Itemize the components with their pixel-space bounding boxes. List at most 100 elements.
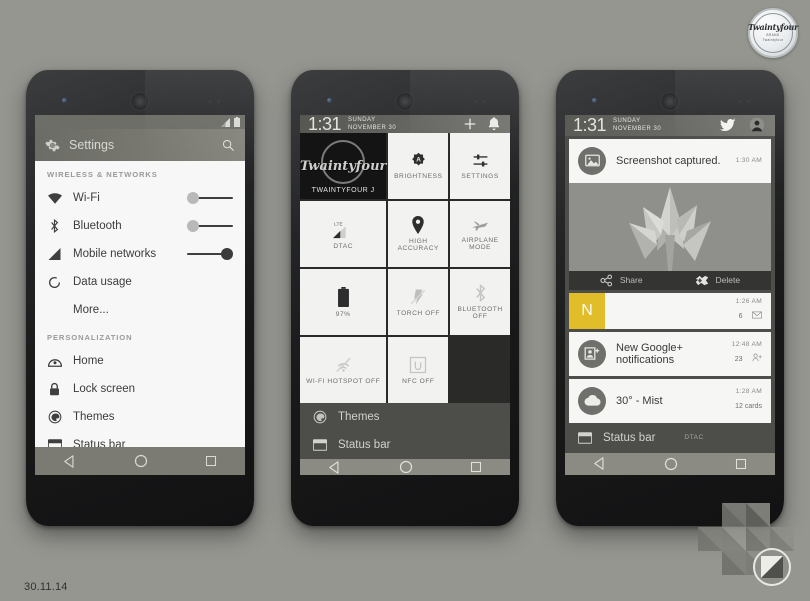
- settings-row-home[interactable]: Home: [35, 347, 245, 375]
- cloud-icon: [578, 386, 606, 415]
- notification-time: 1:30 AM: [735, 157, 762, 165]
- qs-tile-label: 97%: [335, 310, 351, 318]
- notification-shade: 1:31 SUNDAY NOVEMBER 30 Screenshot captu…: [565, 115, 775, 475]
- notification-count: 12 cards: [735, 403, 762, 411]
- notification-count: 6: [738, 312, 743, 320]
- phone-1-screen: Settings WIRELESS & NETWORKS Wi-Fi Bluet…: [35, 115, 245, 475]
- bird-icon[interactable]: [720, 118, 737, 133]
- section-header-wireless: WIRELESS & NETWORKS: [47, 170, 158, 179]
- notification-screenshot[interactable]: Screenshot captured. 1:30 AM: [569, 138, 771, 271]
- earpiece-icon: [395, 92, 415, 111]
- qs-tile-label: TWAINTYFOUR J: [311, 187, 375, 194]
- svg-text:A: A: [416, 157, 421, 164]
- underlay-row-label: Status bar: [603, 431, 656, 444]
- qs-tile-mobile-network[interactable]: LTE DTAC: [300, 201, 387, 267]
- settings-row-wifi[interactable]: Wi-Fi: [35, 184, 245, 212]
- qs-tile-user[interactable]: Twaintyfour TWAINTYFOUR J: [300, 133, 387, 199]
- notification-weather[interactable]: 30° - Mist 1:28 AM 12 cards: [569, 378, 771, 423]
- notification-header-row: New Google+ notifications 12:48 AM 23: [569, 332, 771, 376]
- settings-header: Settings: [35, 129, 245, 161]
- notification-title: Screenshot captured.: [616, 154, 721, 167]
- qs-tile-label: WI-FI HOTSPOT OFF: [306, 378, 381, 385]
- bell-icon[interactable]: [488, 117, 500, 131]
- notification-google-plus[interactable]: New Google+ notifications 12:48 AM 23: [569, 331, 771, 376]
- settings-row-lock-screen[interactable]: Lock screen: [35, 375, 245, 403]
- delete-action[interactable]: Delete: [695, 274, 740, 287]
- settings-row-more[interactable]: More...: [35, 296, 245, 324]
- notification-title: 30° - Mist: [616, 394, 663, 407]
- navigation-bar: [35, 447, 245, 475]
- notification-meta: 1:30 AM: [736, 157, 762, 164]
- clock-date: SUNDAY NOVEMBER 30: [348, 116, 396, 132]
- recents-icon[interactable]: [205, 455, 217, 467]
- search-icon[interactable]: [221, 138, 235, 152]
- settings-row-label: Lock screen: [73, 383, 136, 395]
- underlay-row-themes: Themes: [300, 403, 510, 431]
- dimmed-settings-underlay: Status bar DTAC: [565, 422, 775, 453]
- bluetooth-toggle[interactable]: [187, 220, 233, 232]
- recents-icon[interactable]: [470, 461, 482, 473]
- qs-tile-torch[interactable]: TORCH OFF: [388, 269, 449, 335]
- settings-row-bluetooth[interactable]: Bluetooth: [35, 212, 245, 240]
- home-circle-icon[interactable]: [134, 454, 148, 468]
- signal-icon: [47, 248, 62, 260]
- qs-tile-settings[interactable]: SETTINGS: [450, 133, 510, 199]
- front-camera-icon: [62, 98, 67, 103]
- qs-tile-location[interactable]: HIGH ACCURACY: [388, 201, 449, 267]
- notification-meta: 1:28 AM 12 cards: [735, 388, 762, 413]
- home-circle-icon[interactable]: [664, 457, 678, 471]
- hotspot-off-icon: [335, 357, 351, 373]
- plus-icon[interactable]: [463, 117, 477, 131]
- qs-tile-hotspot[interactable]: WI-FI HOTSPOT OFF: [300, 337, 387, 403]
- notification-time: 1:26 AM: [735, 297, 762, 305]
- back-icon[interactable]: [63, 454, 77, 468]
- wifi-icon: [47, 192, 62, 204]
- recents-icon[interactable]: [735, 458, 747, 470]
- settings-row-label: Home: [73, 355, 104, 367]
- mobile-networks-toggle[interactable]: [187, 248, 233, 260]
- qs-tile-brightness[interactable]: A BRIGHTNESS: [388, 133, 449, 199]
- settings-row-label: Themes: [73, 411, 115, 423]
- brightness-auto-icon: A: [411, 152, 425, 166]
- status-bar: [35, 115, 245, 129]
- underlay-row-status-bar: Status bar: [300, 431, 510, 459]
- clock-date-line1: SUNDAY: [348, 116, 376, 123]
- signal-icon: [221, 117, 230, 127]
- brand-badge-sub-line2: Twaintyfour: [762, 38, 784, 42]
- notification-yellow-n[interactable]: N 1:26 AM 6: [569, 292, 771, 329]
- settings-row-data-usage[interactable]: Data usage: [35, 268, 245, 296]
- themes-icon: [47, 410, 62, 424]
- qs-tile-nfc[interactable]: NFC OFF: [388, 337, 449, 403]
- notification-letter-tile: N: [569, 292, 605, 329]
- settings-row-label: Mobile networks: [73, 248, 157, 260]
- notification-body: 1:26 AM 6: [605, 293, 771, 329]
- battery-full-icon: [337, 286, 349, 307]
- qs-tile-bluetooth[interactable]: BLUETOOTH OFF: [450, 269, 510, 335]
- wifi-toggle[interactable]: [187, 192, 233, 204]
- settings-row-themes[interactable]: Themes: [35, 403, 245, 431]
- brand-badge-sub-line1: BRAND: [766, 33, 780, 38]
- notification-count: 23: [734, 356, 743, 364]
- nfc-off-icon: [410, 356, 427, 373]
- qs-tile-airplane-mode[interactable]: AIRPLANE MODE: [450, 201, 510, 267]
- clock-date-line2: NOVEMBER 30: [613, 126, 662, 133]
- home-icon: [47, 355, 62, 367]
- phone-2-screen: 1:31 SUNDAY NOVEMBER 30 Twaintyfour TWAI…: [300, 115, 510, 475]
- delete-icon: [695, 275, 708, 285]
- qs-tile-label: DTAC: [333, 242, 354, 250]
- back-icon[interactable]: [328, 460, 342, 474]
- qs-tile-battery[interactable]: 97%: [300, 269, 387, 335]
- torch-off-icon: [411, 289, 426, 304]
- share-action[interactable]: Share: [600, 274, 643, 287]
- underlay-row-extra: DTAC: [684, 434, 704, 442]
- notification-time: 12:48 AM: [731, 341, 762, 349]
- phone-2-body: 1:31 SUNDAY NOVEMBER 30 Twaintyfour TWAI…: [291, 70, 519, 526]
- back-icon[interactable]: [593, 457, 607, 471]
- user-avatar-icon[interactable]: [749, 117, 765, 133]
- settings-row-mobile-networks[interactable]: Mobile networks: [35, 240, 245, 268]
- notification-header-row: 30° - Mist 1:28 AM 12 cards: [569, 379, 771, 423]
- home-circle-icon[interactable]: [399, 460, 413, 474]
- lte-signal-icon: LTE: [333, 221, 346, 238]
- leaf-wallpaper-thumbnail: [569, 182, 771, 271]
- phone-3-screen: 1:31 SUNDAY NOVEMBER 30 Screenshot captu…: [565, 115, 775, 475]
